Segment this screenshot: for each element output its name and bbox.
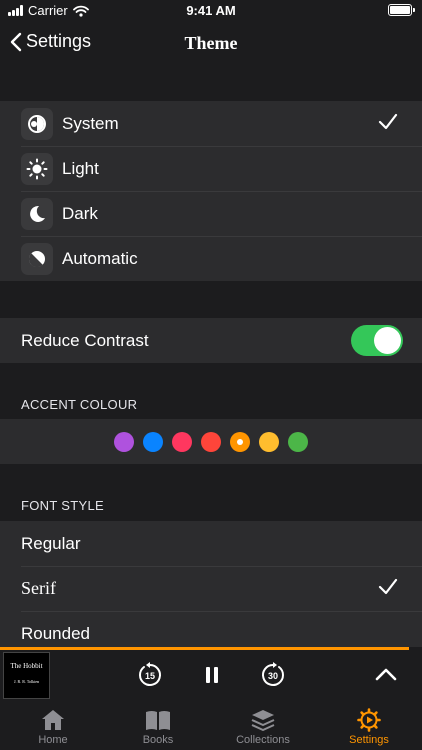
sun-icon bbox=[21, 152, 53, 185]
accent-colour-swatch[interactable] bbox=[114, 431, 134, 452]
pause-icon bbox=[206, 667, 218, 683]
accent-colour-group bbox=[0, 419, 422, 464]
battery-icon bbox=[388, 4, 415, 16]
theme-option-label: Automatic bbox=[62, 248, 138, 268]
theme-option-automatic[interactable]: Automatic bbox=[0, 236, 422, 281]
moon-icon bbox=[21, 197, 53, 230]
expand-player-button[interactable] bbox=[375, 667, 397, 681]
theme-options-group: System Light Dark Automatic bbox=[0, 101, 422, 281]
toggle-knob bbox=[374, 327, 401, 354]
tab-label: Collections bbox=[236, 734, 290, 746]
tab-label: Home bbox=[38, 734, 68, 746]
font-style-label: Rounded bbox=[21, 623, 91, 643]
theme-option-dark[interactable]: Dark bbox=[0, 191, 422, 236]
accent-colour-swatch[interactable] bbox=[143, 431, 163, 452]
reduce-contrast-group: Reduce Contrast bbox=[0, 318, 422, 363]
reduce-contrast-row: Reduce Contrast bbox=[0, 318, 422, 363]
accent-colour-swatch[interactable] bbox=[201, 431, 221, 452]
system-theme-icon bbox=[21, 107, 53, 140]
skip-forward-label: 30 bbox=[268, 671, 278, 681]
font-style-serif[interactable]: Serif bbox=[0, 566, 422, 611]
theme-option-system[interactable]: System bbox=[0, 101, 422, 146]
book-cover[interactable]: The Hobbit J. R. R. Tolkien bbox=[3, 652, 50, 699]
theme-option-label: Dark bbox=[62, 203, 98, 223]
theme-option-label: System bbox=[62, 113, 119, 133]
tab-bar: Home Books Collections Settings bbox=[0, 702, 422, 750]
font-style-label: Regular bbox=[21, 533, 81, 553]
font-style-header: FONT STYLE bbox=[21, 498, 104, 513]
book-cover-title: The Hobbit bbox=[10, 662, 43, 670]
reduce-contrast-label: Reduce Contrast bbox=[21, 330, 149, 350]
checkmark-icon bbox=[378, 578, 398, 595]
skip-back-label: 15 bbox=[145, 671, 155, 681]
tab-home[interactable]: Home bbox=[13, 708, 93, 746]
page-title: Theme bbox=[184, 33, 238, 53]
reduce-contrast-toggle[interactable] bbox=[351, 325, 403, 356]
theme-option-label: Light bbox=[62, 158, 99, 178]
font-style-label: Serif bbox=[21, 578, 56, 598]
accent-colour-swatch[interactable] bbox=[172, 431, 192, 452]
accent-colour-swatch[interactable] bbox=[288, 431, 308, 452]
accent-colour-header: ACCENT COLOUR bbox=[21, 397, 138, 412]
book-cover-author: J. R. R. Tolkien bbox=[14, 679, 39, 684]
tab-label: Books bbox=[142, 734, 174, 746]
theme-option-light[interactable]: Light bbox=[0, 146, 422, 191]
home-icon bbox=[42, 710, 64, 730]
tab-books[interactable]: Books bbox=[118, 708, 198, 746]
status-bar: Carrier 9:41 AM bbox=[0, 0, 422, 22]
skip-back-15-button[interactable]: 15 bbox=[137, 662, 163, 688]
collections-icon bbox=[251, 710, 275, 731]
books-icon bbox=[146, 711, 170, 730]
status-time: 9:41 AM bbox=[186, 3, 236, 18]
navigation-bar: Settings Theme bbox=[0, 22, 422, 66]
accent-colour-swatch[interactable] bbox=[259, 431, 279, 452]
skip-forward-30-button[interactable]: 30 bbox=[260, 662, 286, 688]
mini-player: The Hobbit J. R. R. Tolkien 15 30 bbox=[0, 650, 422, 702]
font-style-regular[interactable]: Regular bbox=[0, 521, 422, 566]
accent-colour-swatches bbox=[0, 419, 422, 464]
settings-gear-icon bbox=[357, 708, 381, 732]
accent-colour-swatch[interactable] bbox=[230, 431, 250, 452]
font-style-group: Regular Serif Rounded bbox=[0, 521, 422, 647]
pause-button[interactable] bbox=[204, 666, 220, 684]
checkmark-icon bbox=[378, 113, 398, 130]
tab-settings[interactable]: Settings bbox=[329, 708, 409, 746]
tab-collections[interactable]: Collections bbox=[223, 708, 303, 746]
font-style-rounded[interactable]: Rounded bbox=[0, 611, 422, 647]
tab-label: Settings bbox=[349, 734, 389, 746]
automatic-theme-icon bbox=[21, 242, 53, 275]
